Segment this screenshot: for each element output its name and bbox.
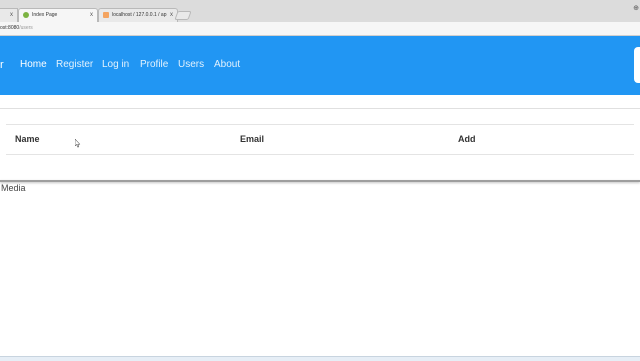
media-heading: Media bbox=[1, 183, 26, 193]
column-header-add: Add bbox=[458, 134, 476, 144]
tab-close-icon[interactable]: x bbox=[90, 9, 93, 22]
top-navbar: r Home Register Log in Profile Users Abo… bbox=[0, 36, 640, 95]
tab-close-icon[interactable]: x bbox=[10, 12, 13, 18]
section-divider bbox=[0, 180, 640, 182]
tab-phpmyadmin[interactable]: localhost / 127.0.0.1 / ap x bbox=[98, 8, 178, 22]
column-header-name: Name bbox=[15, 134, 40, 144]
nav-login[interactable]: Log in bbox=[102, 59, 129, 70]
browser-tabstrip: x Index Page x localhost / 127.0.0.1 / a… bbox=[0, 0, 640, 23]
tab-title: Index Page bbox=[32, 12, 58, 18]
tab-index-page[interactable]: Index Page x bbox=[18, 8, 98, 22]
content-divider bbox=[0, 108, 640, 109]
address-host: ost:8080 bbox=[0, 25, 20, 31]
nav-register[interactable]: Register bbox=[56, 59, 93, 70]
page-favicon-icon bbox=[23, 12, 29, 18]
nav-home[interactable]: Home bbox=[20, 59, 47, 70]
brand-logo-icon[interactable]: r bbox=[0, 59, 4, 71]
page-favicon-icon bbox=[103, 12, 109, 18]
nav-about[interactable]: About bbox=[214, 59, 240, 70]
address-bar[interactable]: ost:8080/users bbox=[0, 22, 640, 36]
column-header-email: Email bbox=[240, 134, 265, 144]
new-tab-icon[interactable] bbox=[174, 11, 192, 20]
tab-close-icon[interactable]: x bbox=[170, 9, 173, 22]
users-table: Name Email Add bbox=[6, 124, 634, 155]
browser-profile-icon[interactable]: ⊕ bbox=[633, 4, 639, 12]
nav-profile[interactable]: Profile bbox=[140, 59, 168, 70]
nav-users[interactable]: Users bbox=[178, 59, 204, 70]
tab-previous-stub[interactable]: x bbox=[0, 8, 18, 22]
tab-title: localhost / 127.0.0.1 / ap bbox=[112, 12, 167, 18]
address-path: /users bbox=[19, 25, 33, 31]
taskbar-edge bbox=[0, 356, 640, 361]
nav-right-button[interactable] bbox=[634, 47, 640, 83]
